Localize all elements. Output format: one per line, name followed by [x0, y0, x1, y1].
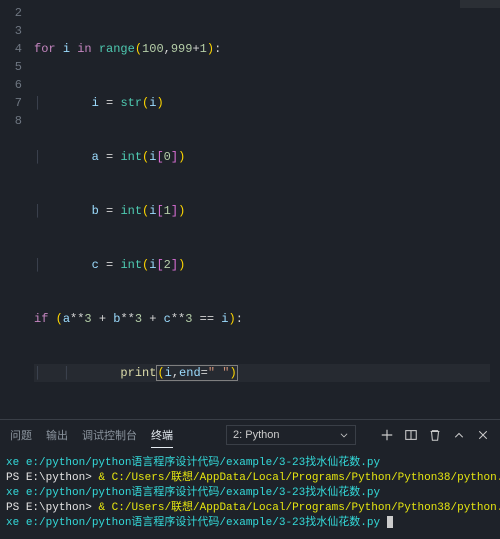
tab-output[interactable]: 输出 [46, 423, 68, 447]
code-line-2[interactable]: for i in range(100,999+1): [34, 40, 500, 58]
editor-area: 2 3 4 5 6 7 8 for i in range(100,999+1):… [0, 0, 500, 419]
line-number: 5 [0, 58, 22, 76]
line-number: 7 [0, 94, 22, 112]
line-number: 8 [0, 112, 22, 130]
line-number: 4 [0, 40, 22, 58]
terminal-line: xe e:/python/python语言程序设计代码/example/3-23… [6, 456, 492, 471]
code-line-5[interactable]: │ b = int(i[1]) [34, 202, 500, 220]
terminal-output[interactable]: xe e:/python/python语言程序设计代码/example/3-23… [0, 450, 500, 539]
bottom-panel: 问题 输出 调试控制台 终端 2: Python xe e:/python/py… [0, 419, 500, 539]
new-terminal-icon[interactable] [380, 428, 394, 442]
terminal-line: xe e:/python/python语言程序设计代码/example/3-23… [6, 486, 492, 501]
code-line-8[interactable]: │ │ print(i,end=" ") [34, 364, 500, 382]
code-line-7[interactable]: if (a**3 + b**3 + c**3 == i): [34, 310, 500, 328]
terminal-line: xe e:/python/python语言程序设计代码/example/3-23… [6, 516, 492, 531]
code-content[interactable]: for i in range(100,999+1): │ i = str(i) … [34, 4, 500, 419]
chevron-down-icon [339, 430, 349, 440]
tab-problems[interactable]: 问题 [10, 423, 32, 447]
code-line-4[interactable]: │ a = int(i[0]) [34, 148, 500, 166]
terminal-cursor [387, 516, 393, 528]
line-number: 2 [0, 4, 22, 22]
terminal-line: PS E:\python> & C:/Users/联想/AppData/Loca… [6, 471, 492, 486]
kill-terminal-icon[interactable] [428, 428, 442, 442]
tab-debug-console[interactable]: 调试控制台 [82, 423, 137, 447]
panel-tab-bar: 问题 输出 调试控制台 终端 2: Python [0, 420, 500, 450]
terminal-line: PS E:\python> & C:/Users/联想/AppData/Loca… [6, 501, 492, 516]
terminal-selector-label: 2: Python [233, 429, 279, 441]
close-panel-icon[interactable] [476, 428, 490, 442]
maximize-panel-icon[interactable] [452, 428, 466, 442]
line-number: 3 [0, 22, 22, 40]
terminal-selector[interactable]: 2: Python [226, 425, 356, 445]
tab-terminal[interactable]: 终端 [151, 423, 173, 448]
split-terminal-icon[interactable] [404, 428, 418, 442]
line-number: 6 [0, 76, 22, 94]
code-line-3[interactable]: │ i = str(i) [34, 94, 500, 112]
code-line-6[interactable]: │ c = int(i[2]) [34, 256, 500, 274]
line-number-gutter: 2 3 4 5 6 7 8 [0, 4, 34, 419]
